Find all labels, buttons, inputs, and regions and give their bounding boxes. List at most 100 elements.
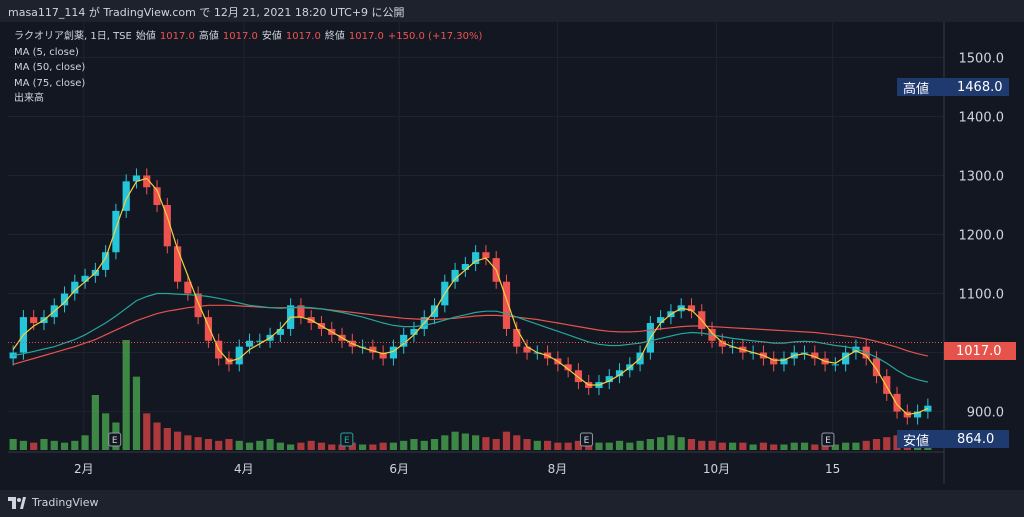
y-axis-labels: 1500.01400.01300.01200.01100.01000.0900.…: [959, 51, 1005, 420]
volume-bar: [204, 439, 213, 450]
high-tag-value: 1468.0: [957, 79, 1003, 95]
volume-bar: [91, 395, 99, 450]
low-tag-value: 864.0: [957, 431, 995, 447]
candle-body: [173, 246, 182, 282]
indicator-volume[interactable]: 出来高: [14, 91, 482, 107]
volume-bar: [513, 435, 521, 450]
earnings-marker[interactable]: E: [108, 432, 122, 447]
volume-bar: [71, 440, 79, 450]
volume-bar: [646, 439, 654, 450]
publish-info: masa117_114 が TradingView.com で 12月 21, …: [8, 6, 405, 19]
chart-legend: ラクオリア創薬, 1日, TSE 始値 1017.0 高値 1017.0 安値 101…: [14, 29, 482, 107]
volume-bar: [626, 442, 634, 450]
x-tick-label: 10月: [703, 462, 730, 476]
volume-bar: [50, 440, 58, 450]
volume-bar: [358, 444, 367, 450]
volume-bar: [605, 442, 613, 450]
volume-bar: [441, 435, 449, 450]
volume-bar: [102, 413, 110, 450]
volume-bar: [842, 442, 850, 450]
volume-bar: [173, 431, 182, 450]
volume-bar: [708, 440, 716, 450]
volume-bar: [472, 435, 480, 450]
volume-bar: [687, 439, 696, 450]
brand-logo[interactable]: TradingView: [8, 496, 98, 509]
publish-header: masa117_114 が TradingView.com で 12月 21, …: [0, 0, 1024, 22]
y-tick-label: 1200.0: [959, 229, 1005, 244]
volume-bar: [451, 431, 459, 450]
volume-bar: [276, 442, 284, 450]
volume-bar: [307, 440, 315, 450]
legend-open-value: 1017.0: [159, 31, 195, 42]
y-tick-label: 1500.0: [959, 51, 1005, 66]
volume-bar: [811, 444, 819, 450]
earnings-marker[interactable]: E: [821, 432, 835, 447]
volume-bar: [667, 435, 675, 450]
earnings-marker[interactable]: E: [340, 432, 354, 447]
x-tick-label: 8月: [548, 462, 568, 476]
candle-body: [482, 252, 490, 259]
volume-bar: [615, 440, 624, 450]
volume-bar: [60, 442, 69, 450]
volume-bar: [122, 340, 130, 450]
volume-bar: [215, 440, 223, 450]
indicator-ma5[interactable]: MA (5, close): [14, 45, 482, 61]
earnings-marker[interactable]: E: [579, 432, 593, 447]
indicator-ma75[interactable]: MA (75, close): [14, 76, 482, 92]
volume-bar: [636, 440, 644, 450]
legend-symbol: ラクオリア創薬, 1日, TSE: [14, 31, 132, 42]
volume-bar: [677, 437, 685, 450]
legend-open-label: 始値: [135, 31, 156, 42]
volume-bar: [225, 439, 233, 450]
volume-bar: [564, 442, 572, 450]
volume-bar: [790, 442, 798, 450]
high-price-tag: 高値 1468.0: [897, 78, 1009, 97]
volume-bar: [461, 433, 469, 450]
volume-bar: [430, 439, 439, 450]
volume-bar: [482, 437, 490, 450]
x-tick-label: 4月: [234, 462, 254, 476]
volume-bar: [266, 439, 274, 450]
volume-bar: [420, 440, 428, 450]
candle-body: [461, 264, 469, 270]
volume-bar: [718, 442, 726, 450]
volume-bar: [297, 442, 305, 450]
volume-bar: [523, 439, 531, 450]
candle-body: [893, 393, 901, 412]
low-price-tag: 安値 864.0: [897, 430, 1009, 449]
candle-body: [71, 281, 79, 294]
earnings-marker-label: E: [344, 436, 350, 446]
y-tick-label: 900.0: [967, 406, 1004, 421]
x-tick-label: 15: [825, 462, 840, 476]
volume-bar: [739, 442, 747, 450]
volume-bar: [502, 431, 511, 450]
volume-bar: [492, 439, 500, 450]
volume-bar: [19, 440, 28, 450]
volume-bar: [543, 440, 552, 450]
volume-bar: [883, 437, 891, 450]
volume-bar: [852, 442, 860, 450]
volume-bar: [410, 439, 418, 450]
volume-bar: [862, 440, 870, 450]
volume-bar: [40, 439, 48, 450]
legend-symbol-row: ラクオリア創薬, 1日, TSE 始値 1017.0 高値 1017.0 安値 101…: [14, 29, 482, 45]
candle-body: [81, 275, 89, 282]
brand-name: TradingView: [32, 496, 99, 509]
tradingview-logo-icon: [8, 496, 26, 509]
volume-bar: [184, 435, 192, 450]
candle-body: [472, 252, 480, 265]
ma50-line: [12, 292, 929, 383]
low-tag-label: 安値: [903, 433, 930, 449]
indicator-ma50[interactable]: MA (50, close): [14, 60, 482, 76]
y-tick-label: 1300.0: [959, 169, 1005, 184]
volume-bar: [143, 413, 151, 450]
volume-bar: [287, 444, 295, 450]
x-axis-labels: 2月 4月 6月 8月 10月 15: [74, 462, 840, 476]
x-tick-label: 6月: [389, 462, 409, 476]
volume-bar: [770, 444, 778, 450]
volume-bar: [800, 442, 809, 450]
candle-body: [513, 328, 521, 347]
legend-low-value: 1017.0: [285, 31, 321, 42]
footer-bar: [0, 490, 1024, 517]
x-tick-label: 2月: [74, 462, 94, 476]
